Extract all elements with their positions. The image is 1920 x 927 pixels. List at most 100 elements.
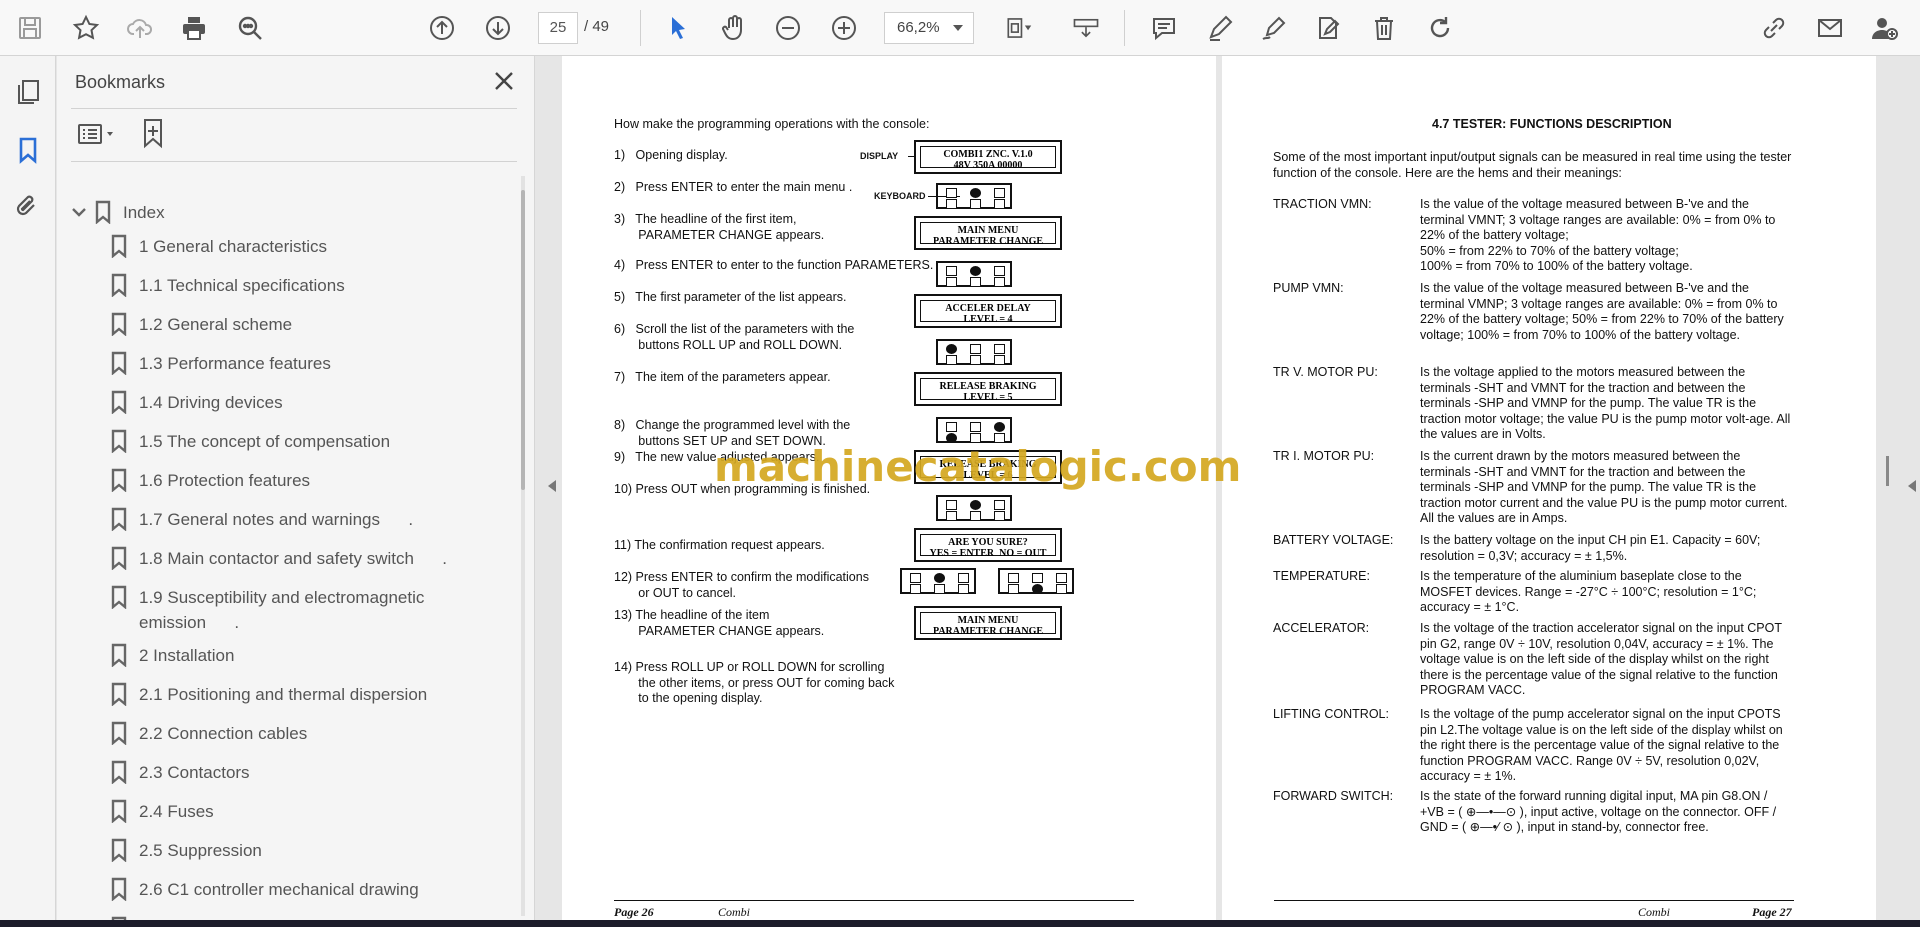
splitter-handle[interactable] [1886,456,1889,486]
toolbar-divider [1124,10,1125,46]
select-cursor-icon[interactable] [660,10,696,46]
bookmark-item[interactable]: 1 General characteristics [109,234,327,260]
bookmark-item[interactable]: 2.6 C1 controller mechanical drawing [109,877,419,903]
scroll-mode-icon[interactable] [1066,10,1106,46]
bookmark-item[interactable]: 1.7 General notes and warnings . [109,507,413,533]
key [946,344,957,354]
page-fit-icon[interactable] [996,10,1042,46]
bookmark-item[interactable]: 1.8 Main contactor and safety switch . [109,546,447,572]
bookmarks-panel: Bookmarks Index 1 General characteristics… [57,56,535,927]
bookmark-label: 2.3 Contactors [139,763,250,782]
bookmark-icon [109,877,129,902]
zoom-out-icon[interactable] [770,10,806,46]
bookmark-icon [109,799,129,824]
bookmarks-icon[interactable] [10,132,46,168]
bookmark-item[interactable]: 2 Installation [109,643,234,669]
chevron-down-icon[interactable] [71,200,87,224]
term-label: PUMP VMN: [1273,281,1344,295]
key [994,500,1005,510]
chevron-down-icon [953,25,963,31]
key [970,422,981,432]
add-bookmark-icon[interactable] [139,116,171,150]
bookmark-icon [109,429,129,454]
options-menu-icon[interactable] [75,118,123,150]
term-description: Is the voltage of the traction accelerat… [1420,621,1782,698]
bookmark-item[interactable]: 1.9 Susceptibility and electromagnetic e… [109,585,424,632]
edit-export-icon[interactable] [1310,10,1346,46]
footer-rule [1274,900,1794,901]
navigation-rail [0,56,56,927]
add-user-icon[interactable] [1866,10,1902,46]
bookmark-icon [109,838,129,863]
keypad [900,568,976,594]
lcd-screen: ARE YOU SURE? YES = ENTER NO = OUT [914,528,1062,562]
bookmark-item[interactable]: 2.3 Contactors [109,760,250,786]
bookmark-item[interactable]: 1.2 General scheme [109,312,292,338]
key [910,584,921,594]
star-icon[interactable] [68,10,104,46]
page-thumbnails-icon[interactable] [10,74,46,110]
keypad [936,417,1012,443]
footer-page: Page 27 [1752,905,1792,919]
close-icon[interactable] [489,66,519,96]
print-icon[interactable] [176,10,212,46]
bookmark-label: 1.1 Technical specifications [139,276,345,295]
previous-page-icon[interactable] [424,10,460,46]
email-icon[interactable] [1812,10,1848,46]
scrollbar-thumb[interactable] [521,190,525,490]
key [946,511,957,521]
zoom-search-icon[interactable] [232,10,268,46]
zoom-in-icon[interactable] [826,10,862,46]
attachments-icon[interactable] [10,188,46,224]
share-link-icon[interactable] [1756,10,1792,46]
key [1032,573,1043,583]
comment-icon[interactable] [1146,10,1182,46]
bookmark-item[interactable]: 2.1 Positioning and thermal dispersion [109,682,427,708]
term-description: Is the state of the forward running digi… [1420,789,1777,835]
bookmark-item[interactable]: 2.2 Connection cables [109,721,307,747]
rotate-icon[interactable] [1422,10,1458,46]
bookmark-item[interactable]: 1.5 The concept of compensation [109,429,390,455]
next-page-icon[interactable] [480,10,516,46]
cloud-upload-icon[interactable] [122,10,158,46]
delete-trash-icon[interactable] [1366,10,1402,46]
bookmark-label: 2.2 Connection cables [139,724,308,743]
key [1008,584,1019,594]
bookmark-item-index[interactable]: Index [57,200,165,226]
zoom-level-select[interactable]: 66,2% [884,12,974,44]
toolbar-divider [640,10,641,46]
key [934,584,945,594]
term-label: LIFTING CONTROL: [1273,707,1389,721]
key [1056,584,1067,594]
label-display: DISPLAY [860,151,899,161]
bookmark-item[interactable]: 1.6 Protection features [109,468,310,494]
page-number-input[interactable]: 25 [538,12,578,44]
term-description: Is the temperature of the aluminium base… [1420,569,1757,615]
term-description: Is the voltage of the pump accelerator s… [1420,707,1783,784]
bookmark-item[interactable]: 2.4 Fuses [109,799,214,825]
term-label: TRACTION VMN: [1273,197,1372,211]
highlight-pen-icon[interactable] [1202,10,1238,46]
bookmark-item[interactable]: 2.5 Suppression [109,838,262,864]
key [946,199,957,209]
footer-page: Page 26 [614,905,654,919]
prev-page-arrow-icon[interactable] [548,480,556,492]
key [946,277,957,287]
bookmark-item[interactable]: 1.4 Driving devices [109,390,283,416]
bookmark-item[interactable]: 1.3 Performance features [109,351,331,377]
bookmark-label: 1.9 Susceptibility and electromagnetic e… [139,588,425,632]
key [970,344,981,354]
next-page-arrow-icon[interactable] [1908,480,1916,492]
save-icon[interactable] [12,10,48,46]
key [946,422,957,432]
sign-icon[interactable] [1256,10,1292,46]
hand-tool-icon[interactable] [716,10,752,46]
step-text: 5) The first parameter of the list appea… [614,290,847,304]
bookmark-icon [93,200,113,225]
bookmark-item[interactable]: 1.1 Technical specifications [109,273,345,299]
key [970,355,981,365]
key [970,188,981,198]
keypad [936,495,1012,521]
bookmark-label: 1.5 The concept of compensation [139,432,391,451]
step-text: 13) The headline of the item PARAMETER C… [614,608,825,638]
